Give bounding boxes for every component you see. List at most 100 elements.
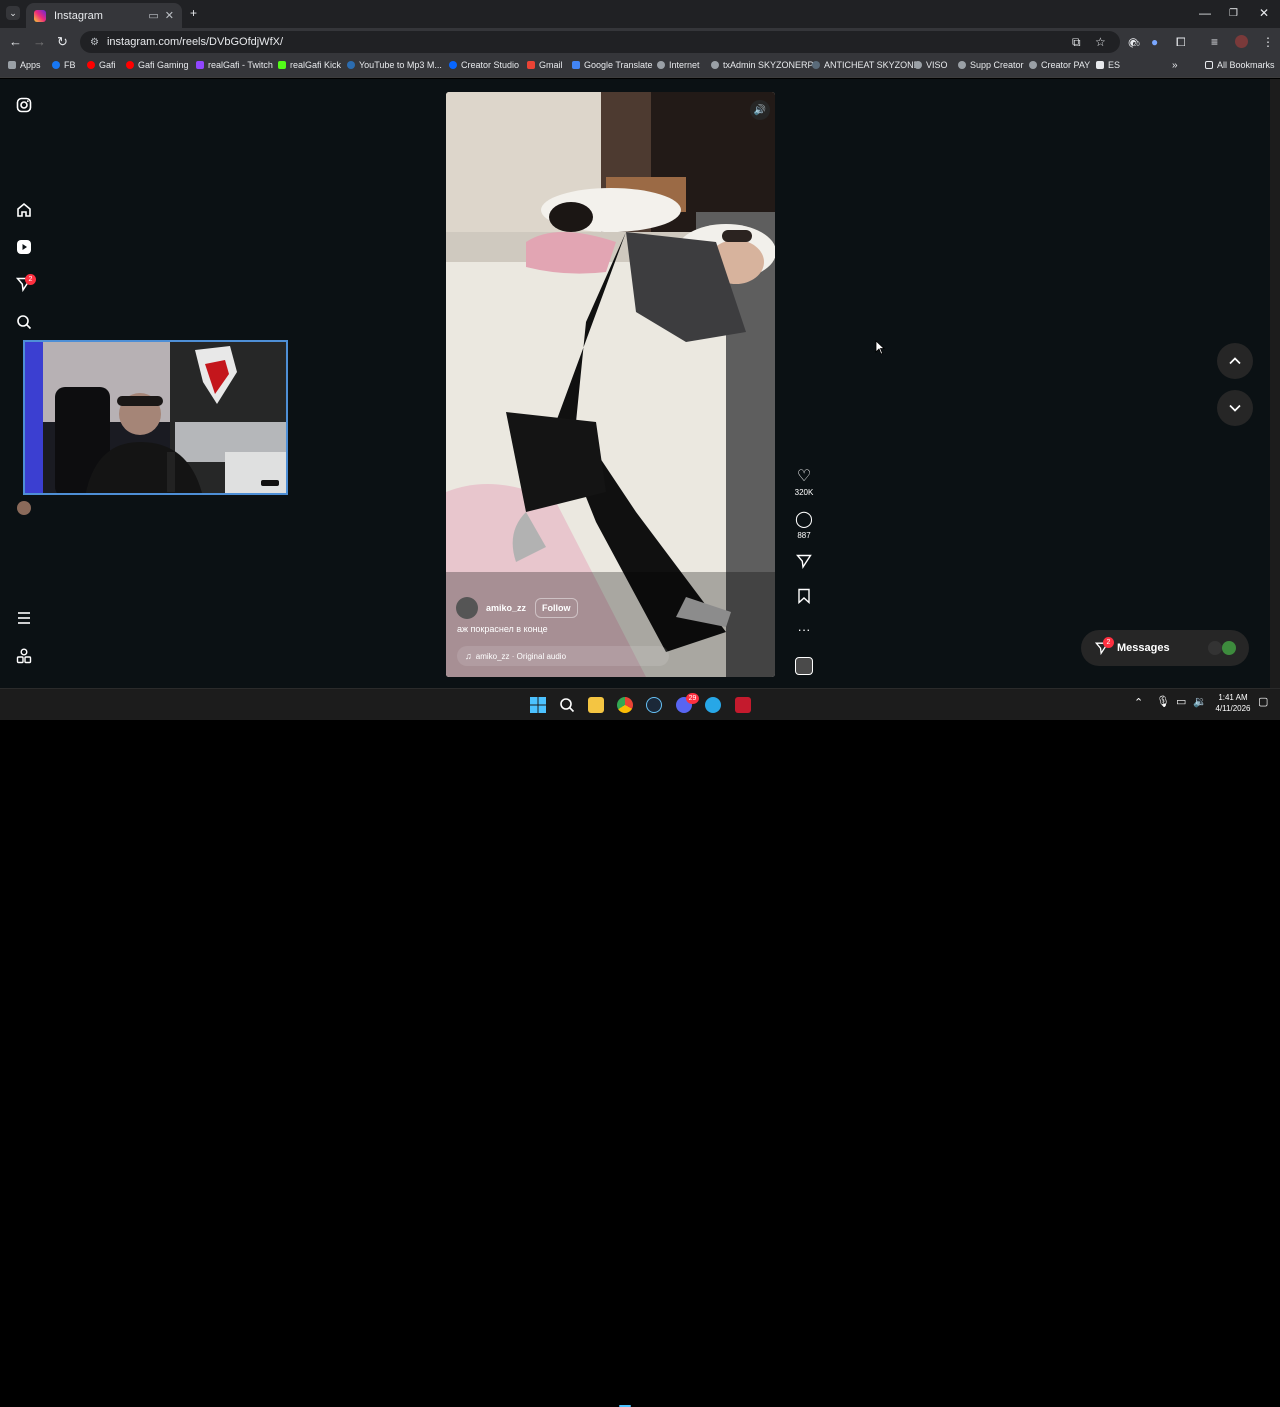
bookmark-youtube-to-mp3[interactable]: YouTube to Mp3 M... (347, 60, 442, 70)
browser-menu-icon[interactable]: ⋮ (1262, 35, 1274, 49)
bookmark-anticheat[interactable]: ANTICHEAT SKYZONE (812, 60, 920, 70)
more-options-action[interactable]: ··· (790, 622, 818, 637)
next-reel-button[interactable] (1217, 390, 1253, 426)
home-icon[interactable] (14, 200, 34, 220)
search-icon[interactable] (14, 312, 34, 332)
meta-icon (449, 61, 457, 69)
network-icon[interactable]: ▭ (1176, 695, 1186, 708)
more-dots-icon[interactable]: ··· (790, 622, 818, 637)
bookmark-fb[interactable]: FB (52, 60, 76, 70)
comment-icon[interactable]: ◯ (790, 509, 818, 529)
bookmark-creator-studio[interactable]: Creator Studio (449, 60, 519, 70)
vpn-extension-icon[interactable]: ● (1151, 35, 1158, 49)
share-action[interactable] (790, 553, 818, 574)
notifications-badge: 2 (25, 274, 36, 285)
cast-icon[interactable]: ▭ (148, 9, 158, 22)
folder-icon (1205, 61, 1213, 69)
media-controls-icon[interactable]: ≡ (1211, 35, 1218, 49)
forward-button[interactable]: → (33, 34, 46, 49)
author-avatar[interactable] (456, 597, 478, 619)
previous-reel-button[interactable] (1217, 343, 1253, 379)
bookmark-star-icon[interactable]: ☆ (1095, 35, 1106, 49)
extension-badge: 20 (1133, 42, 1140, 48)
gmail-icon (527, 61, 535, 69)
all-bookmarks-button[interactable]: All Bookmarks (1205, 60, 1275, 70)
bookmark-google-translate[interactable]: Google Translate (572, 60, 653, 70)
txadmin-icon (711, 61, 719, 69)
bookmarks-overflow-icon[interactable]: » (1172, 60, 1178, 71)
twitch-icon (196, 61, 204, 69)
bookmark-es[interactable]: ES (1096, 60, 1120, 70)
translate-icon (572, 61, 580, 69)
tray-overflow-icon[interactable]: ⌃ (1134, 696, 1143, 709)
system-clock[interactable]: 1:41 AM 4/11/2026 (1212, 692, 1254, 714)
tab-close-icon[interactable]: ✕ (165, 9, 174, 22)
reel-caption: аж покраснел в конце (457, 624, 548, 634)
bookmark-apps[interactable]: Apps (8, 60, 41, 70)
audio-thumbnail[interactable] (795, 657, 813, 675)
tab-instagram[interactable]: Instagram ▭ ✕ (26, 3, 182, 28)
bookmark-gafi[interactable]: Gafi (87, 60, 116, 70)
new-tab-button[interactable]: + (190, 6, 197, 20)
globe-icon (914, 61, 922, 69)
apps-grid-icon (8, 61, 16, 69)
more-menu-icon[interactable] (14, 608, 34, 628)
conversation-avatar (1222, 641, 1236, 655)
save-action[interactable] (790, 588, 818, 609)
bookmark-supp-creator[interactable]: Supp Creator (958, 60, 1024, 70)
reload-button[interactable]: ↻ (57, 34, 68, 50)
instagram-logo-icon[interactable] (14, 95, 34, 115)
app-icon[interactable] (735, 697, 751, 713)
install-app-icon[interactable]: ⧉ (1072, 35, 1081, 50)
bookmark-realgafi-kick[interactable]: realGafi Kick (278, 60, 341, 70)
address-bar[interactable]: ⚙ instagram.com/reels/DVbGOfdjWfX/ (80, 31, 1120, 53)
microphone-icon[interactable]: 🎙 (1156, 695, 1170, 708)
extension-icon[interactable]: ◉20 (1128, 35, 1140, 49)
tab-search-icon[interactable]: ⌄ (6, 6, 20, 20)
bookmark-creator-pay[interactable]: Creator PAY (1029, 60, 1090, 70)
globe-icon (1029, 61, 1037, 69)
minimize-button[interactable]: — (1199, 6, 1211, 20)
shield-icon (812, 61, 820, 69)
comment-action[interactable]: ◯ 887 (790, 509, 818, 540)
video-frame (446, 92, 775, 677)
profile-avatar[interactable] (14, 498, 34, 518)
bookmark-gafi-gaming[interactable]: Gafi Gaming (126, 60, 189, 70)
bookmark-txadmin[interactable]: txAdmin SKYZONERP (711, 60, 814, 70)
author-username[interactable]: amiko_zz (486, 603, 526, 613)
file-explorer-icon[interactable] (588, 697, 604, 713)
windows-start-icon[interactable] (530, 697, 546, 713)
window-close-button[interactable]: ✕ (1259, 6, 1269, 20)
telegram-icon[interactable] (705, 697, 721, 713)
bookmark-internet[interactable]: Internet (657, 60, 700, 70)
volume-icon[interactable]: 🔉 (1193, 695, 1207, 708)
reel-video[interactable]: 🔊 amiko_zz Follow аж покраснел в конце ♫… (446, 92, 775, 677)
follow-button[interactable]: Follow (535, 598, 578, 618)
bookmark-realgafi-twitch[interactable]: realGafi - Twitch (196, 60, 273, 70)
bookmark-icon[interactable] (797, 588, 811, 605)
reels-icon[interactable] (14, 237, 34, 257)
restore-button[interactable]: ❐ (1229, 8, 1238, 19)
share-icon[interactable] (795, 553, 812, 569)
back-button[interactable]: ← (9, 34, 22, 49)
heart-icon[interactable]: ♡ (790, 466, 818, 486)
extensions-puzzle-icon[interactable]: ⧠ (1176, 35, 1186, 50)
site-info-icon[interactable]: ⚙ (90, 37, 99, 48)
audio-label: amiko_zz · Original audio (475, 651, 567, 661)
page-scrollbar[interactable] (1270, 79, 1280, 688)
chevron-up-icon (1229, 357, 1241, 365)
profile-avatar[interactable] (1235, 35, 1248, 48)
search-icon[interactable] (559, 697, 575, 713)
also-from-meta-icon[interactable] (14, 646, 34, 666)
messages-button[interactable]: 2 Messages (1081, 630, 1249, 666)
steam-icon[interactable] (646, 697, 662, 713)
audio-pill[interactable]: ♫ amiko_zz · Original audio (457, 646, 669, 666)
bookmark-gmail[interactable]: Gmail (527, 60, 563, 70)
bookmark-viso[interactable]: VISO (914, 60, 948, 70)
chrome-icon[interactable] (617, 697, 633, 713)
kick-icon (278, 61, 286, 69)
like-action[interactable]: ♡ 320K (790, 466, 818, 497)
webcam-overlay (23, 340, 288, 495)
volume-icon[interactable]: 🔊 (750, 100, 770, 120)
notification-center-icon[interactable]: ▢ (1258, 695, 1268, 708)
